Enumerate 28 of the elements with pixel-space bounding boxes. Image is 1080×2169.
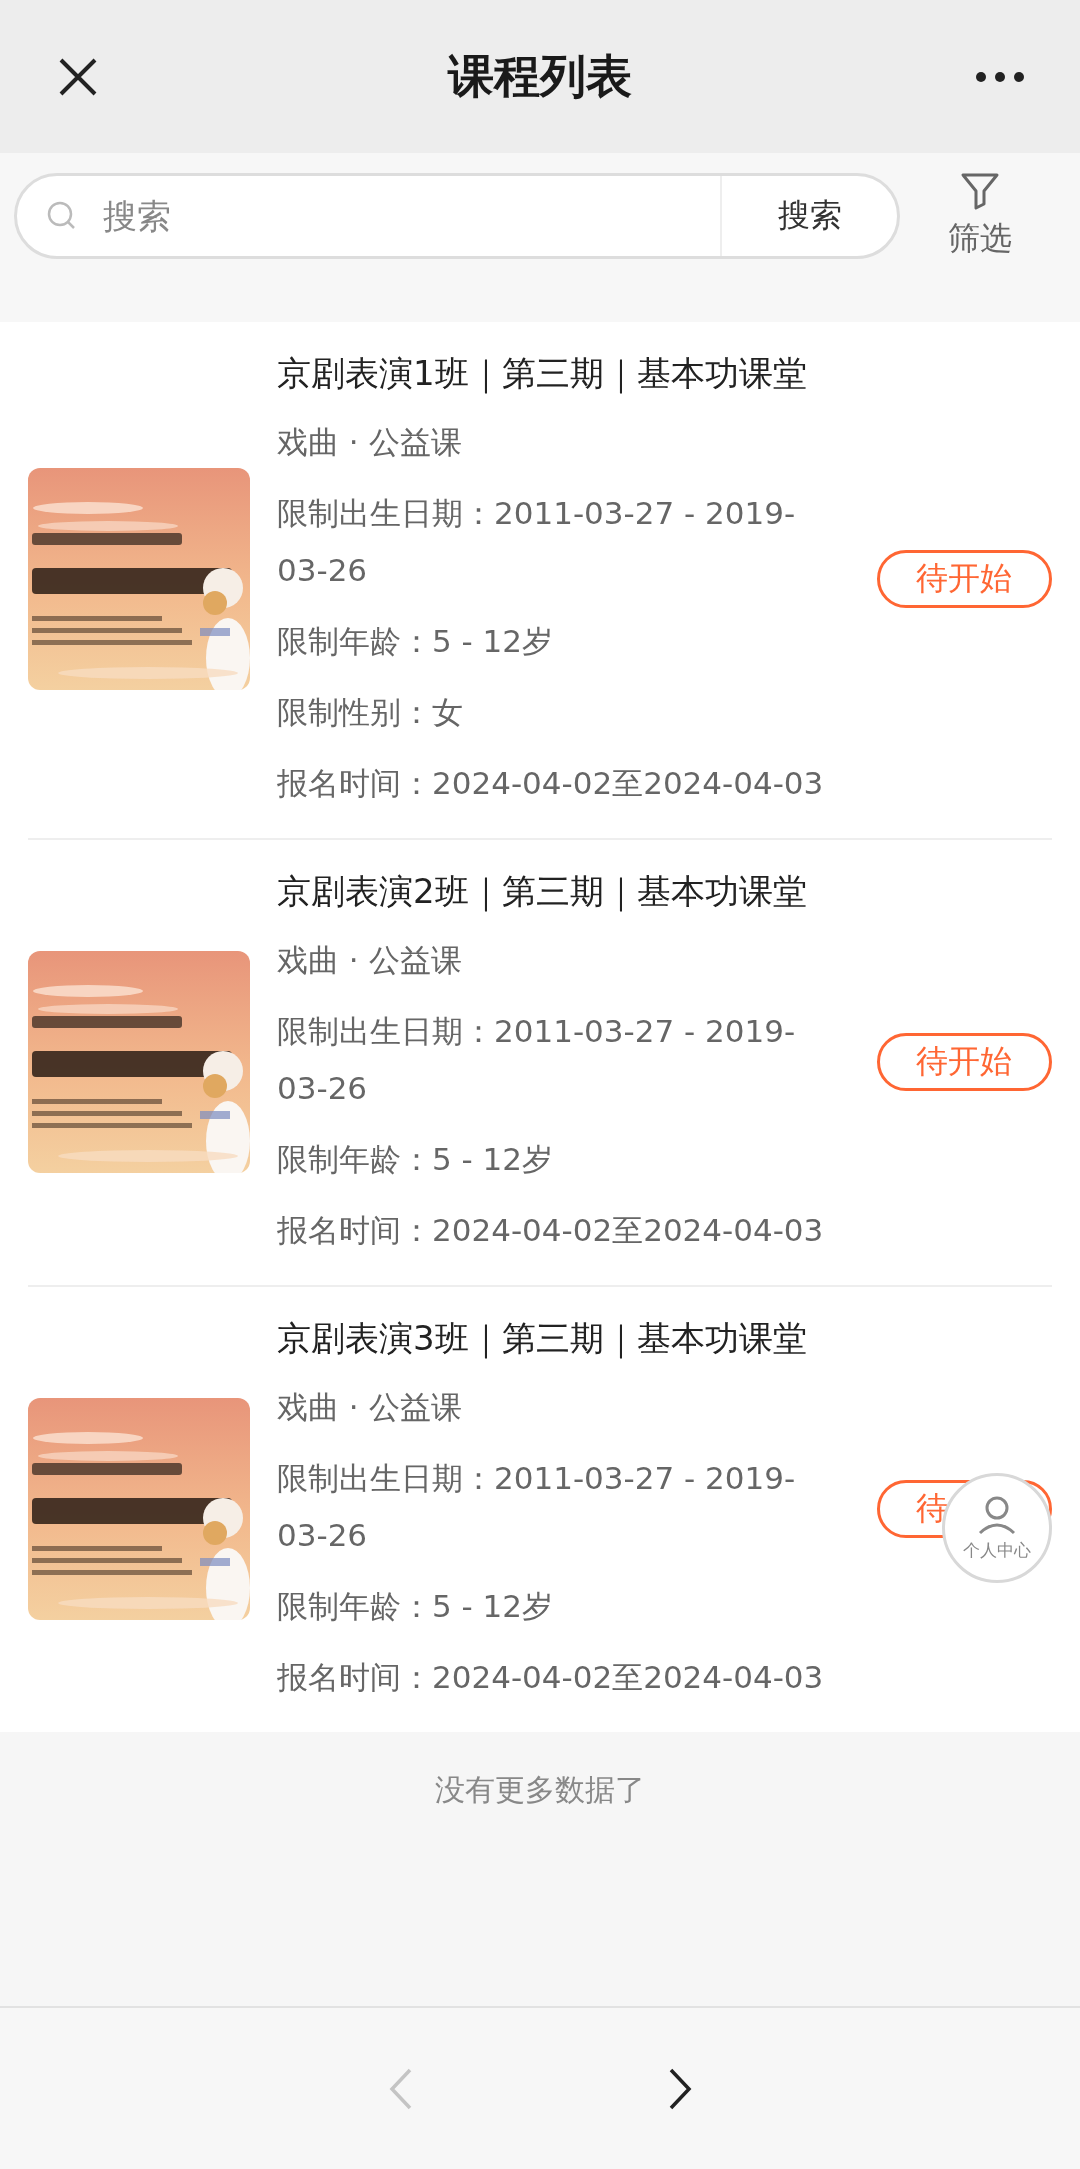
page-title: 课程列表 [448,47,632,105]
search-icon [47,201,77,231]
status-badge: 待开始 [877,1032,1052,1091]
course-title: 京剧表演3班｜第三期｜基本功课堂 [277,1317,808,1361]
course-title: 京剧表演2班｜第三期｜基本功课堂 [277,870,808,914]
filter-button[interactable]: 筛选 [930,171,1030,261]
course-category: 戏曲 · 公益课 [277,941,463,980]
close-icon[interactable] [58,56,98,97]
course-detail: 限制年龄：5 - 12岁 [277,1587,555,1626]
course-title: 京剧表演1班｜第三期｜基本功课堂 [277,352,808,396]
search-button[interactable]: 搜索 [720,176,897,256]
status-badge: 待开始 [877,550,1052,608]
course-detail: 限制年龄：5 - 12岁 [277,622,555,661]
course-detail: 报名时间：2024-04-02至2024-04-03 [277,764,825,803]
person-icon [977,1494,1017,1535]
course-detail: 限制出生日期：2011-03-27 - 2019-03-26 [277,494,797,590]
course-detail: 限制出生日期：2011-03-27 - 2019-03-26 [277,1459,797,1555]
course-detail: 报名时间：2024-04-02至2024-04-03 [277,1658,825,1697]
course-category: 戏曲 · 公益课 [277,1388,463,1427]
course-detail: 限制年龄：5 - 12岁 [277,1140,555,1179]
search-field[interactable]: 搜索 搜索 [14,173,900,259]
more-icon[interactable] [975,70,1025,83]
filter-icon [960,171,1000,211]
course-category: 戏曲 · 公益课 [277,423,463,462]
course-detail: 限制性别：女 [277,693,464,732]
course-detail: 报名时间：2024-04-02至2024-04-03 [277,1211,825,1250]
end-of-list-text: 没有更多数据了 [434,1771,646,1809]
course-detail: 限制出生日期：2011-03-27 - 2019-03-26 [277,1012,797,1108]
